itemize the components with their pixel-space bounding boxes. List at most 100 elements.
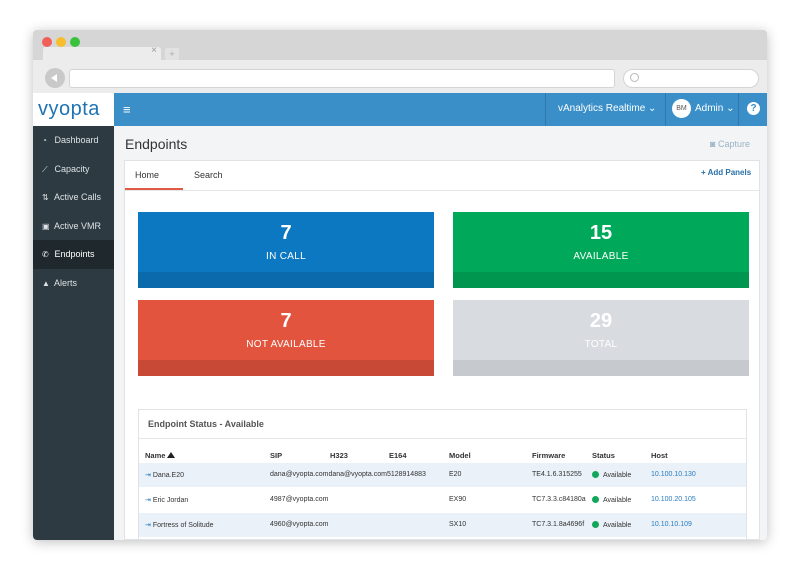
column-header-status[interactable]: Status [592, 451, 615, 460]
sidebar-item-dashboard[interactable]: ◔ Dashboard [33, 126, 114, 155]
sidebar-item-label: Active Calls [54, 192, 102, 202]
browser-tab[interactable]: × [43, 45, 161, 60]
view-selector-label: vAnalytics Realtime [558, 103, 646, 114]
endpoint-name: Eric Jordan [152, 497, 189, 504]
table-row[interactable]: ⇥ Dana.E20 dana@vyopta.comdana@vyopta.com… [139, 463, 746, 487]
user-name: Admin [695, 103, 724, 114]
column-header-h323[interactable]: H323 [330, 451, 348, 460]
chart-icon: ⟋ [42, 164, 48, 174]
tab-home[interactable]: Home [135, 170, 159, 180]
nav-divider [545, 93, 546, 126]
row-model: SX10 [449, 521, 467, 528]
login-icon: ⇥ [145, 497, 151, 504]
capture-button[interactable]: ◙ Capture [710, 139, 750, 149]
dashboard-card: Home Search + Add Panels 7 IN CALL 15 AV… [124, 160, 760, 540]
total-tile[interactable]: 29 TOTAL [453, 300, 749, 376]
status-text: Available [603, 497, 632, 504]
view-selector-dropdown[interactable]: vAnalytics Realtime ⌄ [558, 103, 656, 114]
user-menu-dropdown[interactable]: Admin ⌄ [695, 103, 735, 114]
new-tab-button[interactable]: + [165, 48, 179, 60]
help-icon[interactable]: ? [747, 102, 760, 115]
table-row[interactable]: ⇥ Eric Jordan 4987@vyopta.com EX90 TC7.3.… [139, 488, 746, 512]
column-header-sip[interactable]: SIP [270, 451, 282, 460]
minimize-window-button[interactable] [56, 37, 66, 47]
sidebar-item-alerts[interactable]: ▲ Alerts [33, 269, 114, 298]
tab-search[interactable]: Search [194, 170, 223, 180]
row-host-link[interactable]: 10.100.20.105 [651, 496, 696, 503]
page-title: Endpoints [125, 136, 188, 152]
tile-value: 29 [589, 310, 613, 332]
back-button[interactable] [45, 68, 65, 88]
tile-footer [138, 360, 434, 376]
column-header-host[interactable]: Host [651, 451, 668, 460]
column-header-label: Name [145, 451, 166, 460]
sidebar-item-capacity[interactable]: ⟋ Capacity [33, 155, 114, 184]
tile-footer [453, 360, 749, 376]
browser-search-input[interactable] [623, 69, 759, 88]
hamburger-icon[interactable]: ≡ [123, 102, 131, 117]
panel-title: Endpoint Status - Available [148, 419, 264, 429]
tile-label: AVAILABLE [573, 251, 629, 262]
nav-divider [665, 93, 666, 126]
endpoint-name: Fortress of Solitude [152, 522, 214, 529]
phone-icon: ✆ [42, 250, 49, 259]
table-row[interactable]: ⇥ Fortress of Solitude 4960@vyopta.com SX… [139, 513, 746, 537]
avatar[interactable]: BM [672, 99, 691, 118]
endpoint-name: Dana.E20 [152, 472, 185, 479]
row-sip: dana@vyopta.comdana@vyopta.com5128914883 [270, 471, 426, 478]
browser-toolbar [33, 60, 767, 93]
column-header-name[interactable]: Name [145, 451, 176, 460]
active-tab-indicator [125, 188, 183, 190]
sidebar-item-endpoints[interactable]: ✆ Endpoints [33, 240, 114, 269]
tab-bar: Home Search + Add Panels [125, 161, 759, 191]
sidebar-item-label: Alerts [54, 277, 78, 288]
row-model: EX90 [449, 496, 467, 503]
main-content: Endpoints ◙ Capture Home Search + Add Pa… [114, 126, 767, 540]
tile-value: 7 [280, 222, 292, 244]
tile-label: NOT AVAILABLE [246, 339, 326, 350]
status-dot-icon [592, 521, 599, 528]
camera-icon: ◙ [710, 139, 716, 149]
address-bar[interactable] [69, 69, 615, 88]
not-available-tile[interactable]: 7 NOT AVAILABLE [138, 300, 434, 376]
vyopta-logo[interactable]: vyopta [33, 93, 114, 126]
in-call-tile[interactable]: 7 IN CALL [138, 212, 434, 288]
top-nav: vyopta ≡ vAnalytics Realtime ⌄ BM Admin … [33, 93, 767, 126]
status-dot-icon [592, 496, 599, 503]
column-header-firmware[interactable]: Firmware [532, 451, 565, 460]
maximize-window-button[interactable] [70, 37, 80, 47]
row-host-link[interactable]: 10.100.10.130 [651, 471, 696, 478]
browser-window: × + vyopta ≡ vAnalytics Realtime ⌄ BM Ad… [33, 30, 767, 540]
tile-value: 7 [280, 310, 292, 332]
tile-value: 15 [589, 222, 613, 244]
row-sip: 4987@vyopta.com [270, 496, 329, 503]
sidebar-item-label: Dashboard [54, 135, 99, 145]
row-host-link[interactable]: 10.10.10.109 [651, 521, 692, 528]
row-firmware: TC7.3.1.8a4696f [532, 521, 585, 528]
sort-ascending-icon [167, 452, 176, 458]
row-status: Available [592, 496, 631, 504]
status-text: Available [603, 522, 632, 529]
close-tab-icon[interactable]: × [151, 45, 157, 56]
sidebar-item-active-vmr[interactable]: ▣ Active VMR [33, 212, 114, 241]
row-status: Available [592, 521, 631, 529]
row-name: ⇥ Eric Jordan [145, 496, 188, 504]
column-header-model[interactable]: Model [449, 451, 471, 460]
tile-footer [138, 272, 434, 288]
login-icon: ⇥ [145, 522, 151, 529]
close-window-button[interactable] [42, 37, 52, 47]
row-sip: 4960@vyopta.com [270, 521, 329, 528]
endpoint-status-panel: Endpoint Status - Available Name SIP H32… [138, 409, 747, 540]
tile-label: TOTAL [584, 339, 618, 350]
sidebar-item-label: Active VMR [54, 220, 102, 231]
search-icon [630, 73, 639, 82]
login-icon: ⇥ [145, 472, 151, 479]
alert-icon: ▲ [42, 278, 50, 288]
sidebar-item-active-calls[interactable]: ⇅ Active Calls [33, 183, 114, 212]
available-tile[interactable]: 15 AVAILABLE [453, 212, 749, 288]
sidebar-item-label: Endpoints [54, 249, 95, 259]
row-model: E20 [449, 471, 462, 478]
chevron-down-icon: ⌄ [648, 103, 657, 114]
add-panels-button[interactable]: + Add Panels [701, 168, 751, 177]
column-header-e164[interactable]: E164 [389, 451, 407, 460]
